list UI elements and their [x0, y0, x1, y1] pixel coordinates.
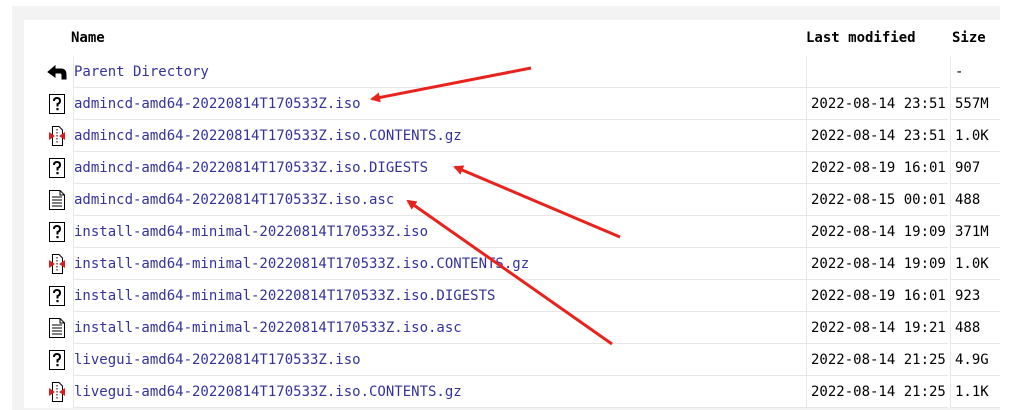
row-modified: 2022-08-14 21:25	[806, 376, 948, 408]
row-modified: 2022-08-14 21:25	[806, 344, 948, 376]
file-link[interactable]: install-amd64-minimal-20220814T170533Z.i…	[74, 320, 462, 336]
parent-directory-row: Parent Directory -	[24, 56, 1000, 88]
row-modified: 2022-08-19 16:01	[806, 152, 948, 184]
directory-listing: Name Last modified Size Parent Directory…	[24, 20, 1000, 408]
column-header-last-modified[interactable]: Last modified	[806, 20, 948, 56]
row-modified: 2022-08-14 23:51	[806, 88, 948, 120]
row-size: 923	[950, 280, 1000, 312]
unknown-file-icon	[42, 88, 72, 120]
compressed-file-icon	[42, 120, 72, 152]
column-header-name[interactable]: Name	[71, 20, 804, 56]
row-modified: 2022-08-14 19:09	[806, 248, 948, 280]
unknown-file-icon	[42, 344, 72, 376]
file-link[interactable]: admincd-amd64-20220814T170533Z.iso.asc	[74, 192, 394, 208]
listing-frame: Name Last modified Size Parent Directory…	[12, 6, 1000, 410]
row-modified: 2022-08-14 19:09	[806, 216, 948, 248]
file-link[interactable]: install-amd64-minimal-20220814T170533Z.i…	[74, 288, 495, 304]
row-size: 488	[950, 312, 1000, 344]
row-modified: 2022-08-14 19:21	[806, 312, 948, 344]
table-row: admincd-amd64-20220814T170533Z.iso.asc 20…	[24, 184, 1000, 216]
unknown-file-icon	[42, 280, 72, 312]
row-size: 4.9G	[950, 344, 1000, 376]
parent-directory-link[interactable]: Parent Directory	[74, 64, 209, 80]
table-row: install-amd64-minimal-20220814T170533Z.i…	[24, 280, 1000, 312]
file-link[interactable]: admincd-amd64-20220814T170533Z.iso.DIGES…	[74, 160, 428, 176]
row-size: 1.0K	[950, 248, 1000, 280]
row-size: 907	[950, 152, 1000, 184]
row-size: 1.0K	[950, 120, 1000, 152]
file-link[interactable]: install-amd64-minimal-20220814T170533Z.i…	[74, 256, 529, 272]
file-link[interactable]: admincd-amd64-20220814T170533Z.iso	[74, 96, 361, 112]
file-link[interactable]: install-amd64-minimal-20220814T170533Z.i…	[74, 224, 428, 240]
file-link[interactable]: livegui-amd64-20220814T170533Z.iso.CONTE…	[74, 384, 462, 400]
text-file-icon	[42, 312, 72, 344]
column-header-size[interactable]: Size	[952, 20, 1002, 56]
table-header: Name Last modified Size	[24, 20, 1000, 56]
row-size: -	[950, 56, 1000, 88]
unknown-file-icon	[42, 216, 72, 248]
row-modified: 2022-08-19 16:01	[806, 280, 948, 312]
file-link[interactable]: livegui-amd64-20220814T170533Z.iso	[74, 352, 361, 368]
row-modified	[806, 56, 948, 88]
table-row: livegui-amd64-20220814T170533Z.iso 2022-0…	[24, 344, 1000, 376]
table-row: livegui-amd64-20220814T170533Z.iso.CONTE…	[24, 376, 1000, 408]
table-row: admincd-amd64-20220814T170533Z.iso.CONTE…	[24, 120, 1000, 152]
table-row: install-amd64-minimal-20220814T170533Z.i…	[24, 216, 1000, 248]
table-row: admincd-amd64-20220814T170533Z.iso.DIGES…	[24, 152, 1000, 184]
row-size: 488	[950, 184, 1000, 216]
row-size: 1.1K	[950, 376, 1000, 408]
back-icon	[42, 56, 72, 88]
row-size: 371M	[950, 216, 1000, 248]
row-modified: 2022-08-15 00:01	[806, 184, 948, 216]
row-size: 557M	[950, 88, 1000, 120]
file-link[interactable]: admincd-amd64-20220814T170533Z.iso.CONTE…	[74, 128, 462, 144]
text-file-icon	[42, 184, 72, 216]
row-modified: 2022-08-14 23:51	[806, 120, 948, 152]
table-row: install-amd64-minimal-20220814T170533Z.i…	[24, 312, 1000, 344]
table-row: install-amd64-minimal-20220814T170533Z.i…	[24, 248, 1000, 280]
unknown-file-icon	[42, 152, 72, 184]
compressed-file-icon	[42, 248, 72, 280]
compressed-file-icon	[42, 376, 72, 408]
table-row: admincd-amd64-20220814T170533Z.iso 2022-0…	[24, 88, 1000, 120]
